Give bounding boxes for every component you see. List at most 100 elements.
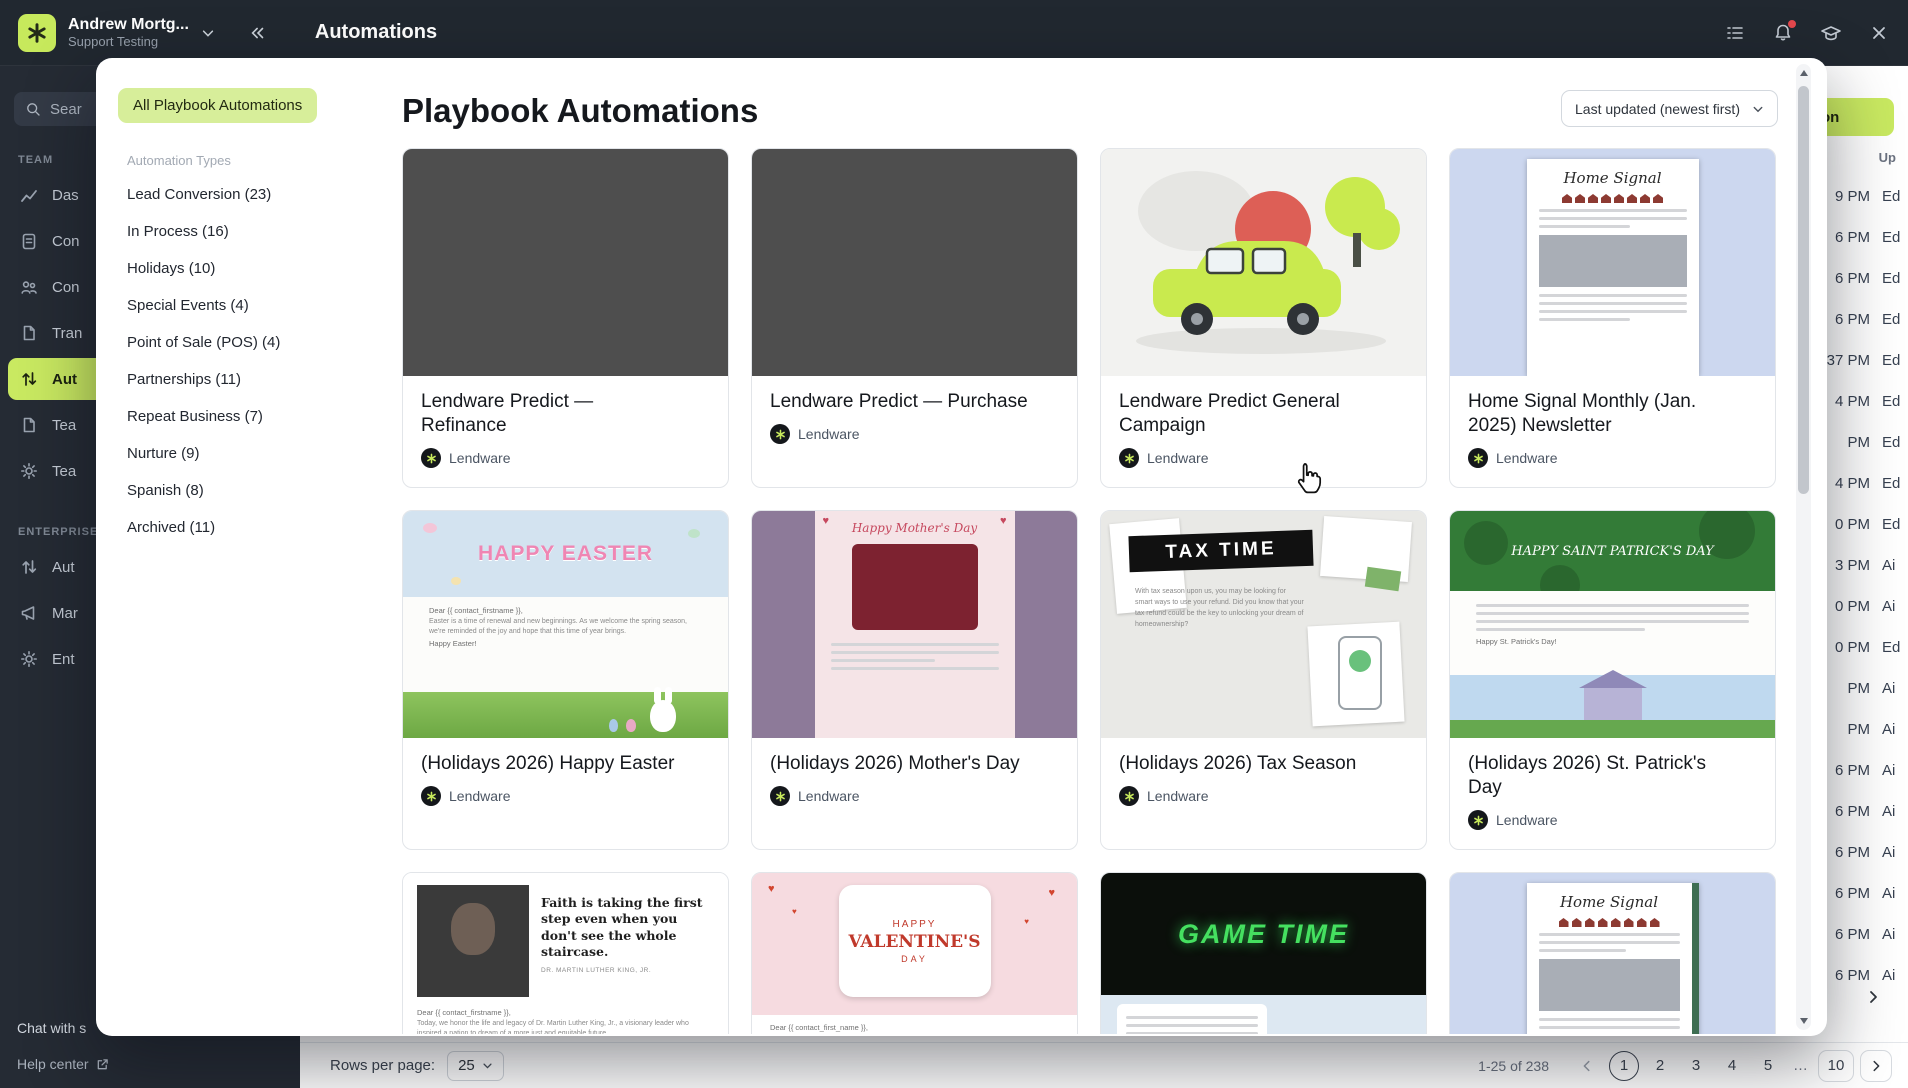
card-thumbnail: HAPPY SAINT PATRICK'S DAY Happy St. Patr… bbox=[1450, 511, 1775, 738]
card-home-signal-jan-2025[interactable]: Home Signal Home Signal Monthly (Jan. 20… bbox=[1449, 148, 1776, 488]
page-button-1[interactable]: 1 bbox=[1609, 1050, 1639, 1081]
scrollbar-thumb[interactable] bbox=[1798, 86, 1809, 494]
edited-by: Ed bbox=[1882, 639, 1901, 656]
card-thumbnail bbox=[752, 149, 1077, 376]
filter-group-label: Automation Types bbox=[127, 153, 231, 168]
gear-icon bbox=[21, 463, 37, 479]
updated-time: 0 PM bbox=[1834, 516, 1870, 533]
updated-time: 4 PM bbox=[1834, 475, 1870, 492]
sort-dropdown[interactable]: Last updated (newest first) bbox=[1561, 90, 1778, 127]
filter-item[interactable]: Archived (11) bbox=[118, 509, 396, 546]
card-thumbnail: Happy Mother's Day bbox=[752, 511, 1077, 738]
newsletter-masthead: Home Signal bbox=[1559, 893, 1659, 911]
updated-time: 3 PM bbox=[1834, 557, 1870, 574]
card-valentines-day[interactable]: ♥ ♥ ♥ ♥ HAPPY VALENTINE'S DAY Dear {{ co… bbox=[751, 872, 1078, 1034]
edited-by: Ed bbox=[1882, 434, 1901, 451]
card-title: Home Signal Monthly (Jan. 2025) Newslett… bbox=[1468, 391, 1697, 436]
page-button-4[interactable]: 4 bbox=[1717, 1051, 1747, 1081]
card-tax-season[interactable]: TAX TIME With tax season upon us, you ma… bbox=[1100, 510, 1427, 850]
card-happy-easter[interactable]: HAPPY EASTER Dear {{ contact_firstname }… bbox=[402, 510, 729, 850]
edited-by: Ai bbox=[1882, 885, 1896, 902]
page-button-3[interactable]: 3 bbox=[1681, 1051, 1711, 1081]
card-title: Lendware Predict — Purchase bbox=[770, 391, 1028, 412]
close-icon[interactable] bbox=[1868, 22, 1890, 44]
modal-title: Playbook Automations bbox=[402, 92, 759, 129]
org-logo-icon[interactable] bbox=[18, 13, 56, 52]
edited-by: Ai bbox=[1882, 926, 1896, 943]
lendware-logo-icon bbox=[770, 424, 790, 444]
updated-time: 6 PM bbox=[1834, 803, 1870, 820]
notification-badge bbox=[1788, 19, 1796, 28]
updated-time: PM bbox=[1847, 680, 1871, 697]
card-thumbnail: Home Signal bbox=[1450, 873, 1775, 1034]
rows-per-page-select[interactable]: 25 bbox=[447, 1050, 504, 1081]
modal-scrollbar[interactable] bbox=[1796, 64, 1811, 1030]
updated-time: 0 PM bbox=[1834, 598, 1870, 615]
updated-time: 9 PM bbox=[1834, 188, 1870, 205]
filter-item[interactable]: Repeat Business (7) bbox=[118, 398, 396, 435]
filter-item[interactable]: In Process (16) bbox=[118, 213, 396, 250]
card-brand: Lendware bbox=[770, 786, 1059, 806]
playbook-automations-modal: All Playbook Automations Automation Type… bbox=[96, 58, 1827, 1036]
houses-decoration bbox=[1539, 194, 1687, 203]
filter-item[interactable]: Partnerships (11) bbox=[118, 361, 396, 398]
updated-time: PM bbox=[1847, 721, 1871, 738]
page-button-2[interactable]: 2 bbox=[1645, 1051, 1675, 1081]
learn-icon[interactable] bbox=[1820, 22, 1842, 44]
lendware-logo-icon bbox=[421, 448, 441, 468]
filter-item[interactable]: Spanish (8) bbox=[118, 472, 396, 509]
external-link-icon bbox=[96, 1058, 109, 1071]
org-switcher[interactable]: Andrew Mortg... Support Testing bbox=[68, 15, 189, 50]
collapse-sidebar-icon[interactable] bbox=[249, 25, 267, 41]
updated-time: 0 PM bbox=[1834, 639, 1870, 656]
prev-page-icon[interactable] bbox=[1571, 1050, 1603, 1082]
card-mlk-day[interactable]: Faith is taking the first step even when… bbox=[402, 872, 729, 1034]
card-lendware-predict-refinance[interactable]: Lendware Predict — Refinance Lendware bbox=[402, 148, 729, 488]
card-game-time[interactable]: GAME TIME bbox=[1100, 872, 1427, 1034]
card-title: (Holidays 2026) St. Patrick's Day bbox=[1468, 753, 1707, 798]
card-lendware-predict-general[interactable]: Lendware Predict General Campaign Lendwa… bbox=[1100, 148, 1427, 488]
card-lendware-predict-purchase[interactable]: Lendware Predict — Purchase Lendware bbox=[751, 148, 1078, 488]
heart-decoration: ♥ bbox=[1048, 887, 1055, 899]
mothers-day-headline: Happy Mother's Day bbox=[851, 521, 978, 535]
filter-item[interactable]: Nurture (9) bbox=[118, 435, 396, 472]
card-thumbnail: Home Signal bbox=[1450, 149, 1775, 376]
newsletter-masthead: Home Signal bbox=[1563, 169, 1662, 187]
page-button-10[interactable]: 10 bbox=[1818, 1049, 1854, 1082]
edited-by: Ed bbox=[1882, 475, 1901, 492]
scroll-right-icon[interactable] bbox=[1860, 984, 1886, 1010]
card-home-signal-newsletter[interactable]: Home Signal bbox=[1449, 872, 1776, 1034]
card-st-patricks-day[interactable]: HAPPY SAINT PATRICK'S DAY Happy St. Patr… bbox=[1449, 510, 1776, 850]
top-bar: Andrew Mortg... Support Testing Automati… bbox=[0, 0, 1908, 66]
card-mothers-day[interactable]: Happy Mother's Day (Holidays 2026) Mothe… bbox=[751, 510, 1078, 850]
next-page-icon[interactable] bbox=[1860, 1049, 1892, 1082]
notifications-bell-icon[interactable] bbox=[1772, 19, 1796, 44]
chevron-down-icon[interactable] bbox=[201, 26, 215, 40]
card-brand: Lendware bbox=[770, 424, 1059, 444]
tasks-list-icon[interactable] bbox=[1724, 22, 1746, 44]
scroll-up-icon[interactable] bbox=[1796, 66, 1811, 80]
card-brand: Lendware bbox=[1119, 786, 1408, 806]
filter-item[interactable]: Special Events (4) bbox=[118, 287, 396, 324]
org-subtitle: Support Testing bbox=[68, 34, 159, 50]
house-roof bbox=[1578, 670, 1647, 688]
filter-item[interactable]: Holidays (10) bbox=[118, 250, 396, 287]
card-title: (Holidays 2026) Happy Easter bbox=[421, 753, 675, 774]
easter-headline: HAPPY EASTER bbox=[478, 542, 653, 565]
card-brand: Lendware bbox=[1468, 448, 1757, 468]
page-button-5[interactable]: 5 bbox=[1753, 1051, 1783, 1081]
filter-item[interactable]: Point of Sale (POS) (4) bbox=[118, 324, 396, 361]
scroll-down-icon[interactable] bbox=[1796, 1014, 1811, 1028]
filter-item[interactable]: Lead Conversion (23) bbox=[118, 176, 396, 213]
table-column-header: Up bbox=[1878, 150, 1896, 165]
edited-by: Ed bbox=[1882, 516, 1901, 533]
pagination-ellipsis: … bbox=[1793, 1057, 1808, 1074]
modal-filter-panel: All Playbook Automations Automation Type… bbox=[96, 58, 396, 1036]
filter-all-playbook-automations[interactable]: All Playbook Automations bbox=[118, 88, 318, 123]
card-brand: Lendware bbox=[1119, 448, 1408, 468]
help-center-link[interactable]: Help center bbox=[17, 1056, 109, 1072]
lendware-logo-icon bbox=[1119, 786, 1139, 806]
edited-by: Ai bbox=[1882, 762, 1896, 779]
chat-launcher[interactable]: Chat with s bbox=[17, 1020, 86, 1036]
stpatrick-headline: HAPPY SAINT PATRICK'S DAY bbox=[1511, 543, 1714, 559]
